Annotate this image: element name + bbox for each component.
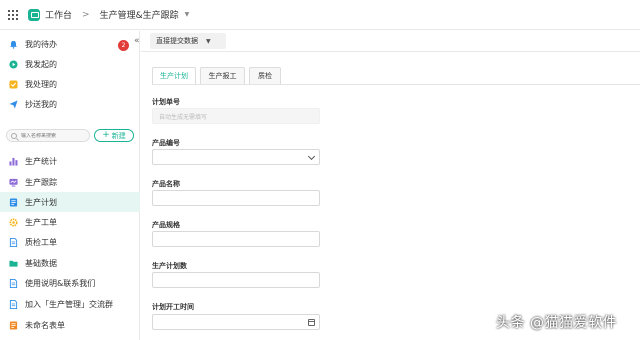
sidebar-item-qc-order[interactable]: 质检工单 — [0, 232, 140, 252]
folder-icon — [9, 259, 18, 268]
todo-count-badge: 2 — [118, 40, 129, 51]
plan-number-label: 计划单号 — [152, 98, 180, 106]
planned-start-time-label: 计划开工时间 — [152, 303, 194, 311]
search-input[interactable] — [21, 132, 91, 139]
planned-quantity-field[interactable] — [152, 272, 320, 288]
submit-mode-label: 直接提交数据 — [156, 37, 198, 45]
top-bar: 工作台 > 生产管理&生产跟踪 ▼ — [0, 0, 640, 30]
sidebar-item-label: 使用说明&联系我们 — [25, 278, 96, 288]
planned-start-time-field[interactable] — [152, 314, 320, 330]
action-bar: 直接提交数据 ▼ — [141, 31, 640, 52]
main-panel: 直接提交数据 ▼ 生产计划 生产报工 质检 计划单号 自动生成无需填写 产品编号… — [141, 31, 640, 340]
sidebar-item-production-tracking[interactable]: 生产跟踪 — [0, 172, 140, 192]
planned-quantity-label: 生产计划数 — [152, 262, 187, 270]
form-icon — [9, 197, 18, 207]
sidebar-item-join-group[interactable]: 加入「生产管理」交流群 — [0, 294, 140, 314]
search-row: + 新建 — [6, 129, 134, 143]
sidebar-item-production-stats[interactable]: 生产统计 — [0, 151, 140, 171]
sidebar: « 我的待办 2 我发起的 我处理的 抄送我的 + 新建 — [0, 31, 140, 340]
sidebar-item-untitled-form[interactable]: 未命名表单 — [0, 315, 140, 335]
monitor-icon — [9, 178, 18, 187]
sidebar-item-cc[interactable]: 抄送我的 — [0, 94, 140, 114]
calendar-icon[interactable] — [308, 319, 315, 326]
tab-production-plan[interactable]: 生产计划 — [152, 67, 196, 85]
plan-number-field: 自动生成无需填写 — [152, 108, 320, 124]
sidebar-item-todo[interactable]: 我的待办 2 — [0, 34, 140, 54]
workspace-icon — [28, 8, 40, 21]
product-name-field[interactable] — [152, 190, 320, 206]
product-code-label: 产品编号 — [152, 139, 180, 147]
product-code-select[interactable] — [152, 149, 320, 165]
workspace-link[interactable]: 工作台 — [45, 8, 72, 21]
plan-number-placeholder: 自动生成无需填写 — [159, 113, 208, 121]
caret-down-icon[interactable]: ▼ — [185, 11, 190, 18]
product-name-label: 产品名称 — [152, 180, 180, 188]
sidebar-item-label: 我的待办 — [25, 39, 57, 49]
form-icon — [9, 320, 18, 330]
sidebar-item-label: 生产统计 — [25, 156, 57, 166]
plus-icon: + — [102, 130, 110, 140]
sidebar-item-label: 生产工单 — [25, 217, 57, 227]
apps-grid-icon[interactable] — [8, 9, 18, 20]
sidebar-item-handled[interactable]: 我处理的 — [0, 74, 140, 94]
sidebar-item-label: 生产计划 — [25, 197, 57, 207]
sidebar-item-instructions[interactable]: 使用说明&联系我们 — [0, 273, 140, 293]
sidebar-item-label: 加入「生产管理」交流群 — [25, 299, 113, 309]
new-button-label: 新建 — [111, 131, 126, 140]
breadcrumb-separator: > — [82, 9, 90, 20]
app-title[interactable]: 生产管理&生产跟踪 — [100, 8, 179, 21]
product-spec-field[interactable] — [152, 231, 320, 247]
doc-icon — [9, 278, 18, 288]
check-icon — [9, 79, 18, 89]
send-icon — [9, 99, 18, 109]
sidebar-item-label: 我发起的 — [25, 59, 57, 69]
chart-icon — [9, 157, 18, 166]
sidebar-item-label: 质检工单 — [25, 237, 57, 247]
product-spec-label: 产品规格 — [152, 221, 180, 229]
gear-icon — [9, 217, 18, 227]
chevron-down-icon: ▼ — [206, 37, 211, 45]
watermark: 头条 @猫猫爱软件 — [496, 315, 617, 331]
sidebar-item-label: 基础数据 — [25, 258, 57, 268]
sidebar-item-label: 生产跟踪 — [25, 177, 57, 187]
search-box[interactable] — [6, 129, 91, 142]
sidebar-item-label: 我处理的 — [25, 79, 57, 89]
form-tabs: 生产计划 生产报工 质检 — [152, 67, 285, 85]
submit-mode-dropdown[interactable]: 直接提交数据 ▼ — [150, 33, 226, 49]
search-icon — [11, 132, 17, 139]
tab-divider — [152, 84, 640, 85]
doc-icon — [9, 299, 18, 309]
chevron-down-icon — [307, 152, 316, 161]
tab-production-report[interactable]: 生产报工 — [200, 67, 245, 85]
play-icon — [9, 59, 18, 69]
sidebar-item-label: 抄送我的 — [25, 99, 57, 109]
bell-icon — [9, 40, 18, 49]
new-button[interactable]: + 新建 — [94, 129, 134, 142]
sidebar-item-basic-data[interactable]: 基础数据 — [0, 253, 140, 273]
sidebar-item-production-plan[interactable]: 生产计划 — [0, 192, 140, 212]
tab-quality-check[interactable]: 质检 — [249, 67, 281, 85]
sidebar-item-work-order[interactable]: 生产工单 — [0, 212, 140, 232]
sidebar-item-initiated[interactable]: 我发起的 — [0, 54, 140, 74]
sidebar-item-label: 未命名表单 — [25, 320, 65, 330]
doc-icon — [9, 237, 18, 247]
